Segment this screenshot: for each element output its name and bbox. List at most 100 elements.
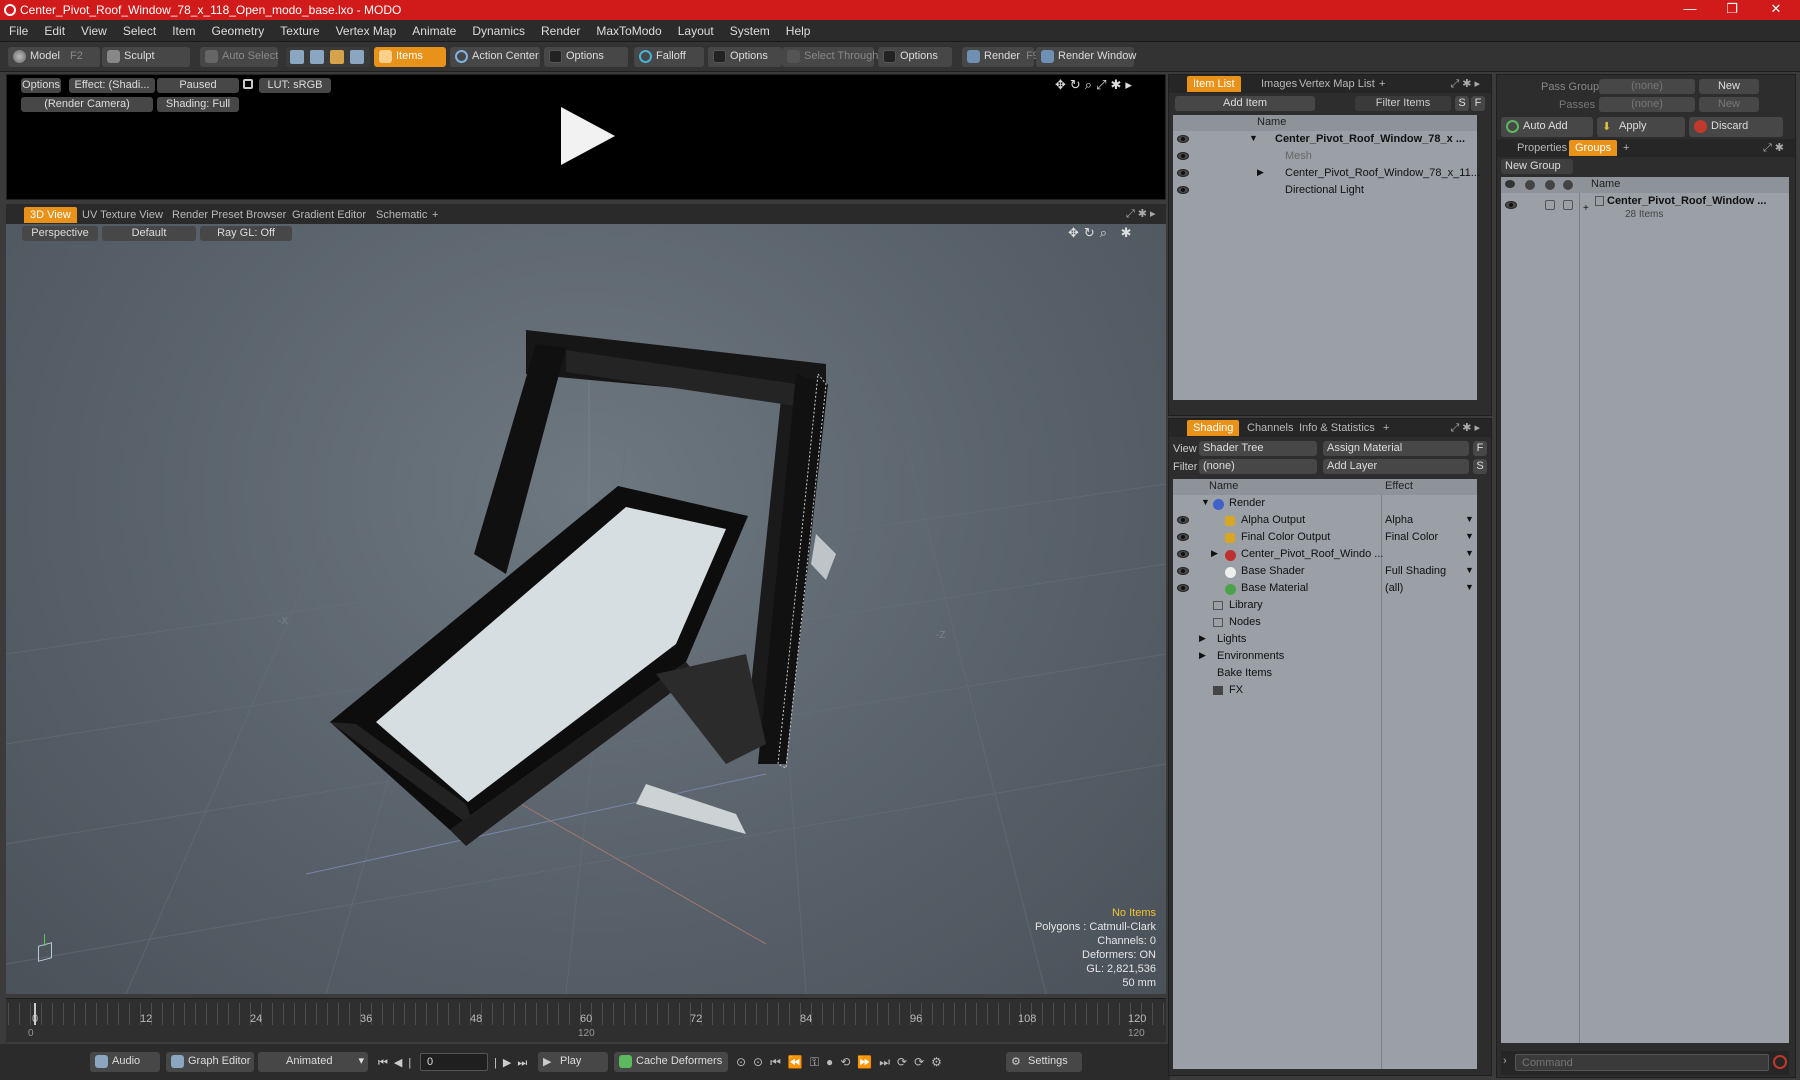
play-preview-icon[interactable] [555, 103, 619, 169]
select-through-options-button[interactable]: Options [878, 47, 952, 67]
visibility-eye-icon[interactable] [1177, 135, 1189, 143]
shader-row-alpha-output[interactable]: Alpha Output Alpha ▼ [1173, 513, 1477, 530]
vertices-mode-icon[interactable] [290, 50, 304, 64]
visibility-eye-icon[interactable] [1177, 584, 1189, 592]
visibility-eye-icon[interactable] [1177, 567, 1189, 575]
tab-add[interactable]: + [1617, 140, 1635, 156]
expand-arrow-icon[interactable]: ▼ [1249, 133, 1258, 143]
maximize-button[interactable]: ❐ [1718, 1, 1746, 19]
filter-f-button[interactable]: F [1471, 96, 1485, 111]
shader-row-bake-items[interactable]: Bake Items [1173, 666, 1477, 683]
timeline-playhead[interactable] [34, 1003, 36, 1025]
expand-arrow-icon[interactable]: ▶ [1211, 548, 1218, 559]
preview-nav-icons[interactable]: ✥↻⌕⤢✱▸ [1055, 77, 1136, 93]
add-layer-dropdown[interactable]: Add Layer [1323, 459, 1469, 474]
dropdown-arrow-icon[interactable]: ▼ [1465, 548, 1474, 558]
menu-maxtomodo[interactable]: MaxToModo [587, 20, 668, 38]
passes-dropdown[interactable]: (none) [1599, 97, 1695, 112]
checkbox-icon[interactable] [1545, 200, 1555, 210]
sculpt-mode-button[interactable]: Sculpt [102, 47, 190, 67]
shader-row-nodes[interactable]: Nodes [1173, 615, 1477, 632]
preview-shading-dropdown[interactable]: Shading: Full [157, 97, 239, 112]
menu-dynamics[interactable]: Dynamics [463, 20, 532, 38]
shader-row-base-material[interactable]: Base Material (all) ▼ [1173, 581, 1477, 598]
visibility-eye-icon[interactable] [1177, 152, 1189, 160]
tab-item-list[interactable]: Item List [1187, 76, 1241, 92]
shading-f-button[interactable]: F [1473, 441, 1487, 456]
menu-geometry[interactable]: Geometry [203, 20, 272, 38]
groups-list[interactable]: Name + Center_Pivot_Roof_Window ... 28 I… [1501, 177, 1789, 1043]
item-row-mesh[interactable]: Mesh [1173, 149, 1477, 166]
menu-view[interactable]: View [72, 20, 114, 38]
shader-row-material-group[interactable]: ▶ Center_Pivot_Roof_Windo ... ▼ [1173, 547, 1477, 564]
new-pass-group-button[interactable]: New [1699, 79, 1759, 94]
expand-arrow-icon[interactable]: ▶ [1199, 633, 1206, 644]
dropdown-arrow-icon[interactable]: ▼ [1465, 565, 1474, 575]
apply-button[interactable]: ⬇ Apply [1597, 117, 1685, 137]
tab-uv-texture-view[interactable]: UV Texture View [76, 207, 169, 223]
minimize-button[interactable]: — [1676, 1, 1704, 19]
panel-options-icon[interactable]: ⤢✱ [1763, 141, 1787, 155]
transport-step-back-icons[interactable]: ⏮◀| [378, 1056, 417, 1070]
select-through-button[interactable]: Select Through [782, 47, 878, 67]
lock-icon[interactable] [243, 79, 253, 89]
materials-mode-icon[interactable] [350, 50, 364, 64]
new-group-button[interactable]: New Group [1501, 159, 1573, 174]
assign-material-dropdown[interactable]: Assign Material [1323, 441, 1469, 456]
shader-row-library[interactable]: Library [1173, 598, 1477, 615]
shading-s-button[interactable]: S [1473, 459, 1487, 474]
menu-edit[interactable]: Edit [35, 20, 72, 38]
discard-button[interactable]: Discard [1689, 117, 1783, 137]
tab-vertex-map-list[interactable]: Vertex Map List [1293, 76, 1381, 92]
tab-3d-view[interactable]: 3D View [24, 207, 77, 223]
shader-tree[interactable]: Name Effect ▼ Render Alpha Output Alpha … [1173, 479, 1477, 1069]
timeline[interactable]: 0 12 24 36 48 60 72 84 96 108 120 0 120 … [6, 998, 1166, 1042]
group-row-model[interactable]: + Center_Pivot_Roof_Window ... 28 Items [1501, 195, 1789, 225]
visibility-eye-icon[interactable] [1177, 186, 1189, 194]
item-tree[interactable]: Name ▼ Center_Pivot_Roof_Window_78_x ...… [1173, 115, 1480, 400]
item-row-model[interactable]: ▶ Center_Pivot_Roof_Window_78_x_11... [1173, 166, 1480, 183]
audio-button[interactable]: Audio [90, 1052, 160, 1072]
tab-shading[interactable]: Shading [1187, 420, 1240, 436]
falloff-options-button[interactable]: Options [708, 47, 782, 67]
visibility-eye-icon[interactable] [1177, 169, 1189, 177]
select-toggle-icon[interactable] [1563, 180, 1573, 190]
tab-properties[interactable]: Properties [1511, 140, 1573, 156]
visibility-eye-icon[interactable] [1177, 550, 1189, 558]
polygons-mode-icon[interactable] [330, 50, 344, 64]
tab-add[interactable]: + [1373, 76, 1391, 92]
checkbox-icon[interactable] [1563, 200, 1573, 210]
command-input[interactable] [1515, 1054, 1769, 1071]
preview-lut-dropdown[interactable]: LUT: sRGB [259, 78, 331, 93]
play-button[interactable]: ▶ Play [538, 1052, 608, 1072]
action-center-options-button[interactable]: Options [544, 47, 628, 67]
shader-row-lights[interactable]: ▶ Lights [1173, 632, 1477, 649]
animated-dropdown[interactable]: Animated ▾ [258, 1052, 368, 1072]
menu-item[interactable]: Item [163, 20, 202, 38]
visibility-eye-icon[interactable] [1505, 180, 1515, 188]
visibility-eye-icon[interactable] [1177, 533, 1189, 541]
render-button[interactable]: Render F9 [962, 47, 1039, 67]
graph-editor-button[interactable]: Graph Editor [166, 1052, 254, 1072]
expand-arrow-icon[interactable]: ▶ [1257, 167, 1264, 178]
menu-texture[interactable]: Texture [271, 20, 326, 38]
tab-render-preset-browser[interactable]: Render Preset Browser [166, 207, 292, 223]
menu-vertex-map[interactable]: Vertex Map [327, 20, 404, 38]
item-row-directional-light[interactable]: Directional Light [1173, 183, 1477, 200]
menu-select[interactable]: Select [114, 20, 163, 38]
items-mode-button[interactable]: Items [374, 47, 446, 67]
falloff-button[interactable]: Falloff [634, 47, 704, 67]
render-window-button[interactable]: Render Window [1036, 47, 1136, 67]
shader-row-fx[interactable]: FX [1173, 683, 1477, 700]
filter-s-button[interactable]: S [1455, 96, 1469, 111]
cache-deformers-button[interactable]: Cache Deformers [614, 1052, 728, 1072]
panel-options-icon[interactable]: ⤢✱▸ [1450, 77, 1483, 91]
menu-file[interactable]: File [0, 20, 35, 38]
add-item-dropdown[interactable]: Add Item [1175, 96, 1315, 111]
shader-row-base-shader[interactable]: Base Shader Full Shading ▼ [1173, 564, 1477, 581]
view-dropdown[interactable]: Shader Tree [1199, 441, 1317, 456]
3d-viewport[interactable]: Perspective Default Ray GL: Off ✥↻⌕ ✱ -X… [6, 224, 1166, 994]
tab-channels[interactable]: Channels [1241, 420, 1299, 436]
menu-render[interactable]: Render [532, 20, 587, 38]
tab-gradient-editor[interactable]: Gradient Editor [286, 207, 372, 223]
